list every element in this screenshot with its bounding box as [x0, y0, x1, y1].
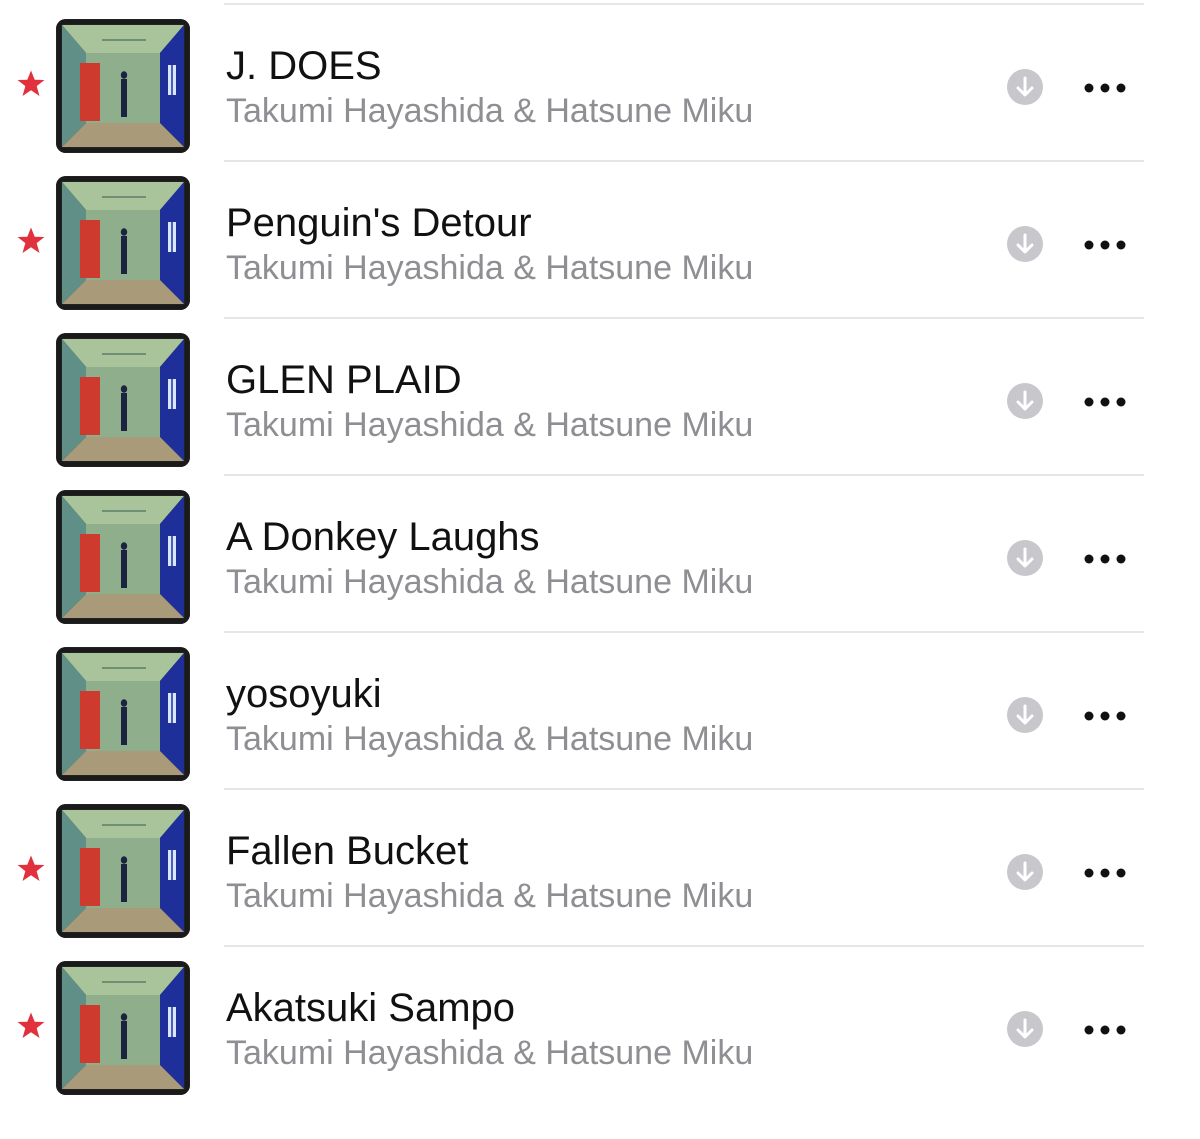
track-row[interactable]: Fallen Bucket Takumi Hayashida & Hatsune…: [0, 790, 1200, 947]
track-title: J. DOES: [226, 44, 382, 88]
track-artist: Takumi Hayashida & Hatsune Miku: [226, 720, 754, 758]
download-icon[interactable]: [1007, 697, 1043, 733]
track-artist: Takumi Hayashida & Hatsune Miku: [226, 877, 754, 915]
more-icon[interactable]: [1080, 71, 1130, 103]
track-artist: Takumi Hayashida & Hatsune Miku: [226, 92, 754, 130]
download-icon[interactable]: [1007, 854, 1043, 890]
more-icon[interactable]: [1080, 1013, 1130, 1045]
album-art: [56, 804, 190, 938]
star-icon: [17, 1012, 45, 1038]
track-title: Fallen Bucket: [226, 829, 469, 873]
download-icon[interactable]: [1007, 540, 1043, 576]
track-row[interactable]: yosoyuki Takumi Hayashida & Hatsune Miku: [0, 633, 1200, 790]
more-icon[interactable]: [1080, 699, 1130, 731]
track-artist: Takumi Hayashida & Hatsune Miku: [226, 406, 754, 444]
track-title: GLEN PLAID: [226, 358, 462, 402]
download-icon[interactable]: [1007, 1011, 1043, 1047]
album-art: [56, 490, 190, 624]
track-artist: Takumi Hayashida & Hatsune Miku: [226, 1034, 754, 1072]
more-icon[interactable]: [1080, 856, 1130, 888]
track-artist: Takumi Hayashida & Hatsune Miku: [226, 563, 754, 601]
track-title: A Donkey Laughs: [226, 515, 540, 559]
star-icon: [17, 227, 45, 253]
album-art: [56, 176, 190, 310]
track-row[interactable]: Penguin's Detour Takumi Hayashida & Hats…: [0, 162, 1200, 319]
track-row[interactable]: A Donkey Laughs Takumi Hayashida & Hatsu…: [0, 476, 1200, 633]
track-row[interactable]: J. DOES Takumi Hayashida & Hatsune Miku: [0, 5, 1200, 162]
track-row[interactable]: Akatsuki Sampo Takumi Hayashida & Hatsun…: [0, 947, 1200, 1104]
more-icon[interactable]: [1080, 542, 1130, 574]
star-icon: [17, 70, 45, 96]
track-artist: Takumi Hayashida & Hatsune Miku: [226, 249, 754, 287]
download-icon[interactable]: [1007, 69, 1043, 105]
track-row[interactable]: GLEN PLAID Takumi Hayashida & Hatsune Mi…: [0, 319, 1200, 476]
album-art: [56, 333, 190, 467]
download-icon[interactable]: [1007, 226, 1043, 262]
more-icon[interactable]: [1080, 228, 1130, 260]
track-title: yosoyuki: [226, 672, 382, 716]
star-icon: [17, 855, 45, 881]
album-art: [56, 19, 190, 153]
more-icon[interactable]: [1080, 385, 1130, 417]
track-title: Akatsuki Sampo: [226, 986, 516, 1030]
album-art: [56, 647, 190, 781]
track-title: Penguin's Detour: [226, 201, 532, 245]
album-art: [56, 961, 190, 1095]
track-list: J. DOES Takumi Hayashida & Hatsune Miku: [0, 0, 1200, 1139]
download-icon[interactable]: [1007, 383, 1043, 419]
